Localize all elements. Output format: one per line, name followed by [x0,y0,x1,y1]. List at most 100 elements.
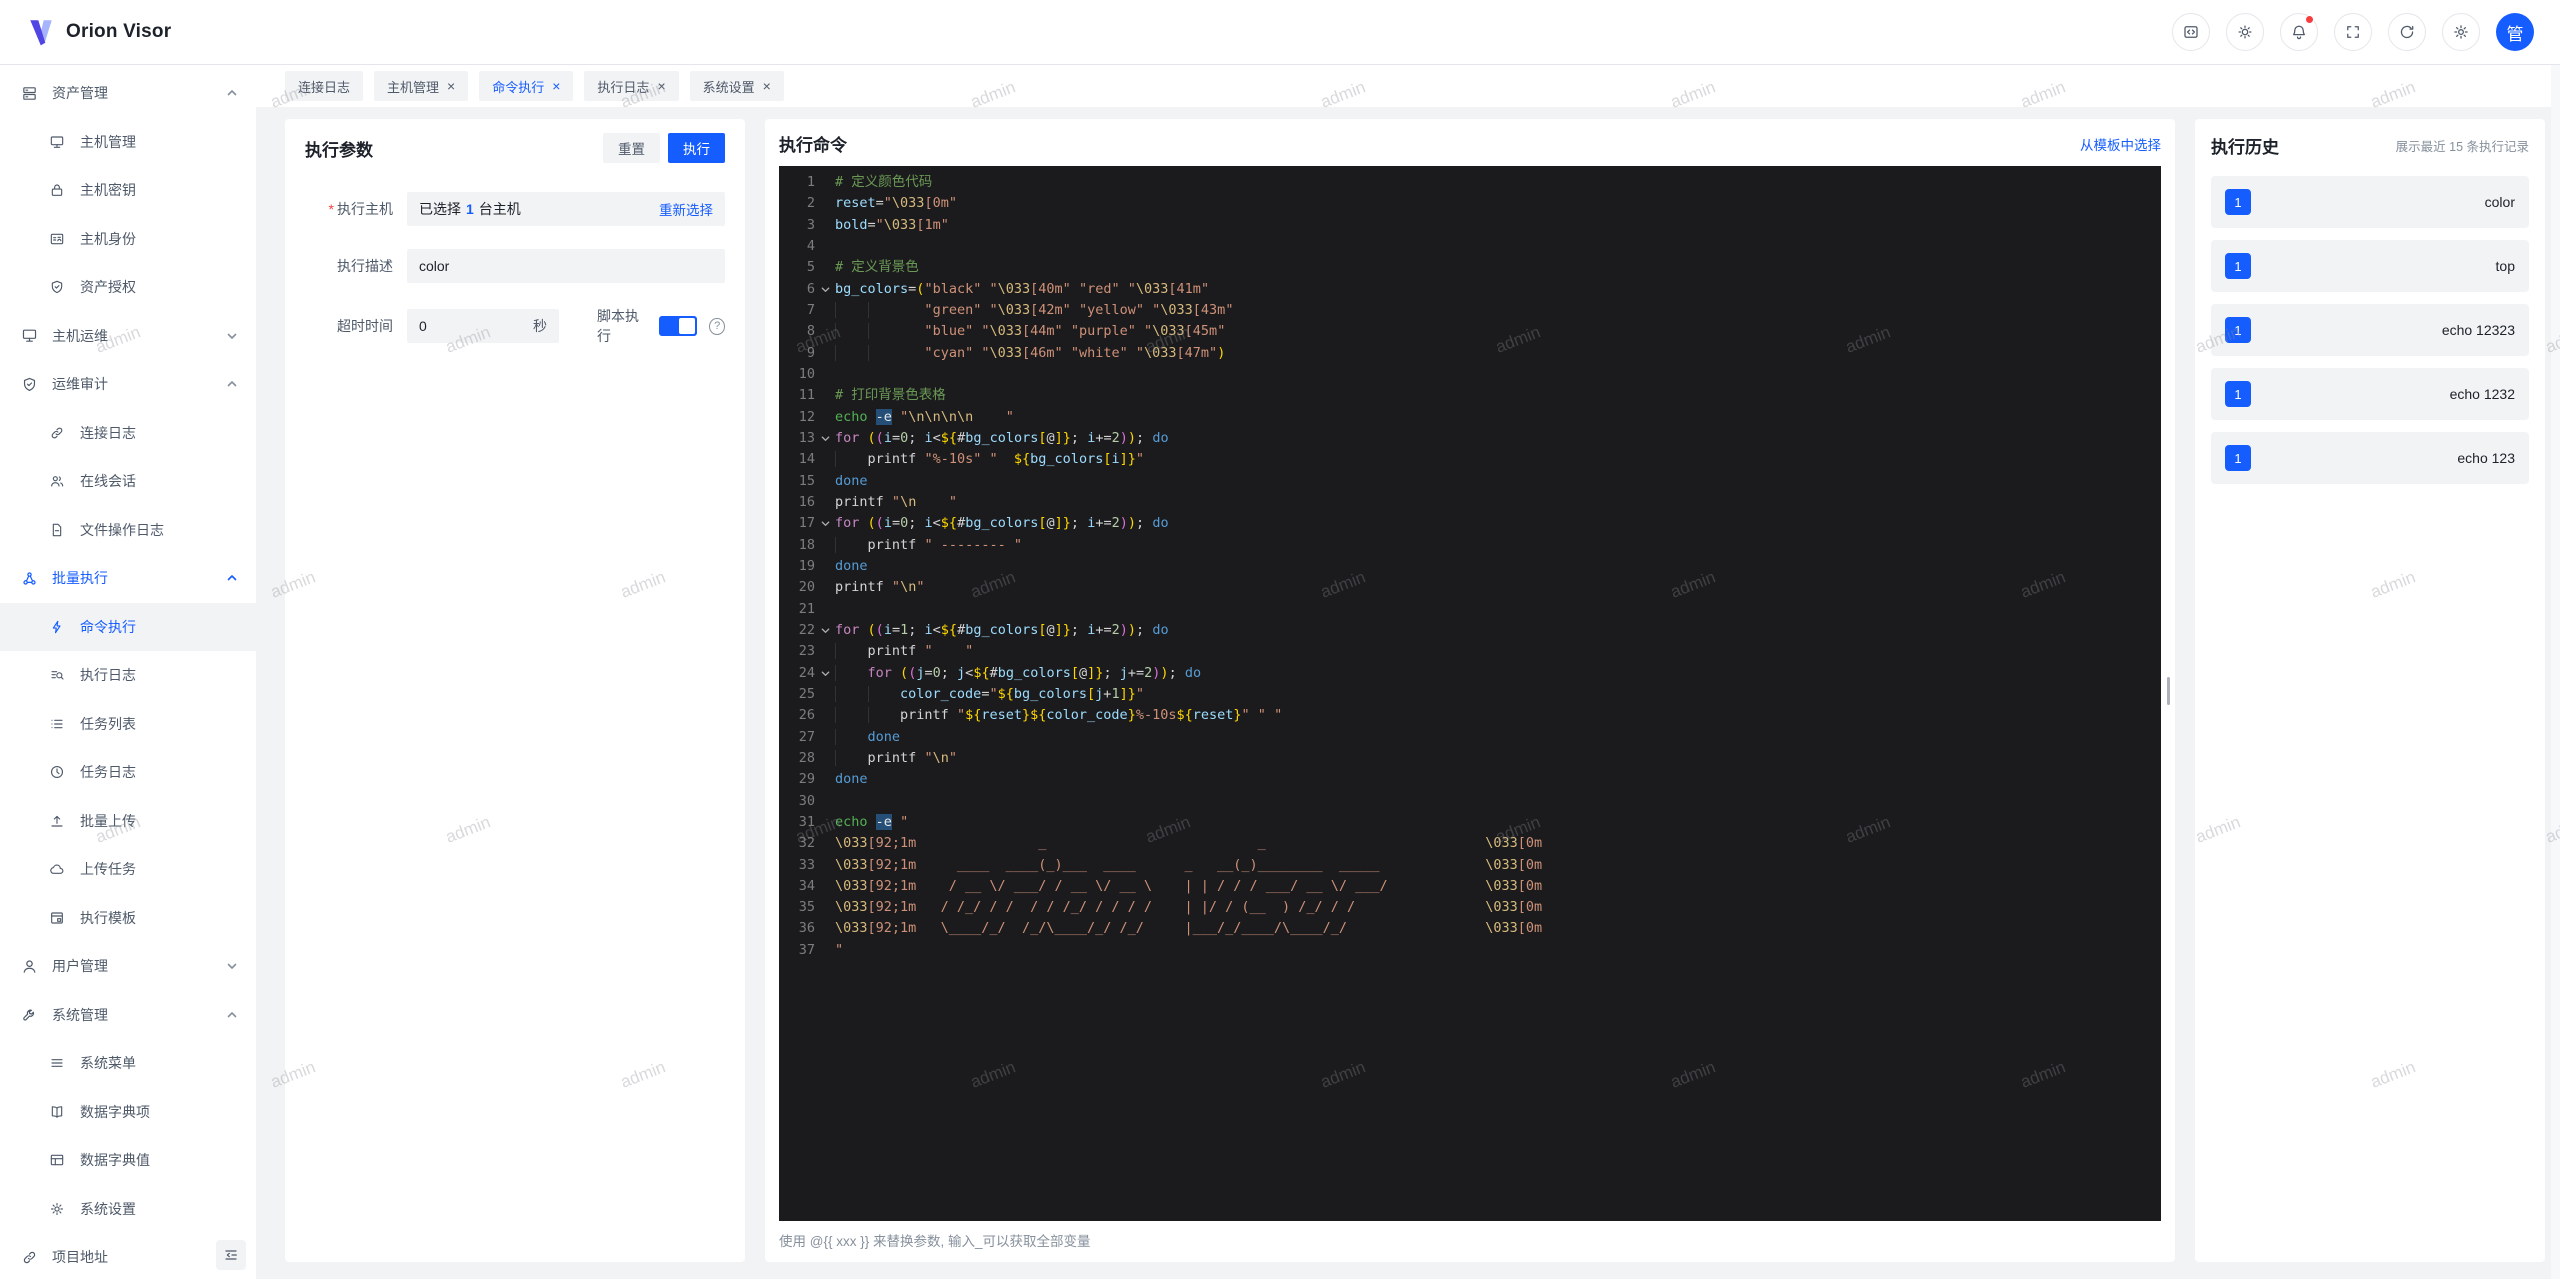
fold-gutter [815,492,835,513]
sidebar-item-execution-template[interactable]: 执行模板 [0,894,256,943]
sidebar-item-online-session[interactable]: 在线会话 [0,457,256,506]
tab-主机管理[interactable]: 主机管理 × [374,71,469,101]
sidebar-item-upload-task[interactable]: 上传任务 [0,845,256,894]
execute-button[interactable]: 执行 [668,133,725,163]
fold-gutter [815,236,835,257]
line-number: 35 [798,899,815,916]
fold-gutter [815,193,835,214]
tab-系统设置[interactable]: 系统设置 × [689,71,784,101]
sidebar-item-host-identity[interactable]: 主机身份 [0,215,256,264]
fold-gutter [815,791,835,812]
sidebar-item-asset-management[interactable]: 资产管理 [0,69,256,118]
sidebar-item-host-management[interactable]: 主机管理 [0,118,256,167]
command-editor[interactable]: 1 # 定义颜色代码 2 reset="\033[0m" 3 bold="\033[1m"… [779,166,2161,1221]
tab-label: 连接日志 [298,79,351,95]
history-item[interactable]: 1 echo 12323 [2211,304,2529,356]
sidebar-item-batch-upload[interactable]: 批量上传 [0,797,256,846]
editor-line: 18 printf " -------- " [779,535,2161,556]
panel-resize-handle[interactable] [2167,676,2170,705]
collapse-sidebar-button[interactable] [216,1240,246,1270]
editor-line: 9 "cyan" "\033[46m" "white" "\033[47m") [779,343,2161,364]
chevron-up-icon [226,378,238,390]
line-number: 9 [806,344,815,361]
timeout-input[interactable] [419,318,533,334]
history-item[interactable]: 1 top [2211,240,2529,292]
sidebar-item-execution-log[interactable]: 执行日志 [0,651,256,700]
fold-gutter [815,321,835,342]
code-text: for ((i=0; i<${#bg_colors[@]}; i+=2)); d… [835,515,1169,532]
chevron-down-icon [226,960,238,972]
fold-gutter[interactable] [815,428,835,449]
close-tab-icon[interactable]: × [657,79,665,93]
sidebar-item-connect-log[interactable]: 连接日志 [0,409,256,458]
close-tab-icon[interactable]: × [552,79,560,93]
theme-button[interactable] [2226,13,2264,51]
help-icon[interactable]: ? [709,317,725,335]
script-exec-toggle[interactable] [659,316,698,336]
sidebar-item-dict-items[interactable]: 数据字典项 [0,1088,256,1137]
history-command: top [2495,258,2515,274]
fold-gutter[interactable] [815,663,835,684]
tab-执行日志[interactable]: 执行日志 × [584,71,679,101]
line-number: 8 [806,323,815,340]
sidebar-item-host-ops[interactable]: 主机运维 [0,312,256,361]
host-count-badge: 1 [2225,317,2251,343]
history-item[interactable]: 1 color [2211,176,2529,228]
fold-gutter[interactable] [815,620,835,641]
sidebar-item-ops-audit[interactable]: 运维审计 [0,360,256,409]
exec-history-panel: 执行历史 展示最近 15 条执行记录 1 color 1 top 1 echo 12323… [2195,119,2545,1262]
brand[interactable]: Orion Visor [26,17,171,47]
sidebar-item-system-settings[interactable]: 系统设置 [0,1185,256,1234]
sidebar-item-system-management[interactable]: 系统管理 [0,991,256,1040]
fold-gutter[interactable] [815,513,835,534]
code-text: \033[92;1m _ _ \033[0m [835,835,1543,852]
reset-button[interactable]: 重置 [603,133,660,163]
description-input[interactable] [407,249,725,283]
sidebar-item-system-menu[interactable]: 系统菜单 [0,1039,256,1088]
tab-label: 主机管理 [387,79,440,95]
notifications-button[interactable] [2280,13,2318,51]
content: 执行参数 重置 执行 * 执行主机 已选择 1 台主机 重新选择 执行描述 co… [256,107,2560,1279]
close-tab-icon[interactable]: × [447,79,455,93]
reselect-link[interactable]: 重新选择 [659,199,713,219]
code-text: \033[92;1m \____/_/ /_/\____/_/ /_/ |___… [835,920,1543,937]
sidebar-item-dict-values[interactable]: 数据字典值 [0,1136,256,1185]
select-from-template-link[interactable]: 从模板中选择 [2080,134,2161,154]
code-text: printf " " [835,641,2161,662]
sidebar-item-label: 在线会话 [80,473,136,490]
cloud-icon [48,860,66,878]
history-item[interactable]: 1 echo 123 [2211,432,2529,484]
sidebar-item-host-keys[interactable]: 主机密钥 [0,166,256,215]
fold-gutter [815,855,835,876]
fold-gutter [815,343,835,364]
sidebar-item-label: 资产管理 [52,85,108,102]
settings-button[interactable] [2442,13,2480,51]
fullscreen-button[interactable] [2334,13,2372,51]
host-selector[interactable]: 已选择 1 台主机 重新选择 [407,192,725,226]
code-button[interactable] [2172,13,2210,51]
editor-line: 5 # 定义背景色 [779,257,2161,278]
user-avatar[interactable]: 管 [2496,13,2534,51]
tab-命令执行[interactable]: 命令执行 × [479,71,574,101]
editor-line: 16 printf "\n " [779,492,2161,513]
sidebar-item-task-log[interactable]: 任务日志 [0,748,256,797]
line-number: 30 [798,792,815,809]
exec-history-subtitle: 展示最近 15 条执行记录 [2395,140,2529,154]
fold-gutter[interactable] [815,279,835,300]
sidebar-item-asset-authorization[interactable]: 资产授权 [0,263,256,312]
close-tab-icon[interactable]: × [763,79,771,93]
sidebar-item-batch-execution[interactable]: 批量执行 [0,554,256,603]
main-area: 连接日志 主机管理 × 命令执行 × 执行日志 × 系统设置 × 执行参数 重置 执行 * 执行主… [256,65,2560,1279]
sidebar-item-command-execution[interactable]: 命令执行 [0,602,256,651]
history-item[interactable]: 1 echo 1232 [2211,368,2529,420]
page-scrollbar[interactable] [2551,65,2560,1279]
sidebar-item-task-list[interactable]: 任务列表 [0,700,256,749]
tab-连接日志[interactable]: 连接日志 [285,71,364,101]
tab-label: 执行日志 [597,79,650,95]
refresh-button[interactable] [2388,13,2426,51]
sidebar-item-file-operation-log[interactable]: 文件操作日志 [0,506,256,555]
wrench-icon [20,1006,38,1024]
editor-line: 3 bold="\033[1m" [779,215,2161,236]
fold-gutter [815,705,835,726]
sidebar-item-user-management[interactable]: 用户管理 [0,942,256,991]
